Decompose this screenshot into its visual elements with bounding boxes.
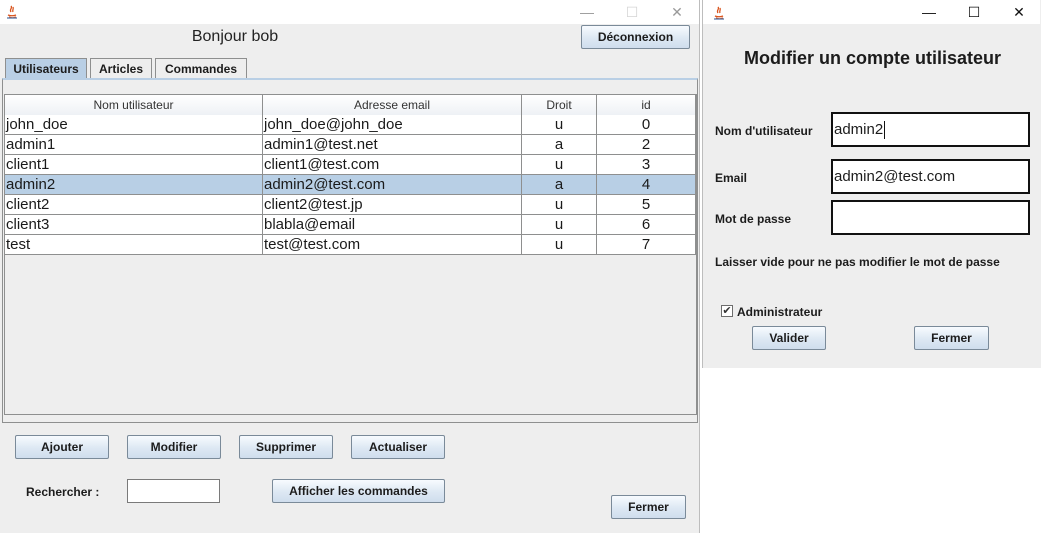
close-button[interactable]: Fermer [611,495,686,519]
table-row[interactable]: client3 blabla@email u 6 [5,215,696,235]
show-orders-button[interactable]: Afficher les commandes [272,479,445,503]
cell-id: 0 [597,115,696,135]
cell-right: u [522,195,597,215]
maximize-icon[interactable]: ☐ [952,0,996,24]
modify-user-button[interactable]: Modifier [127,435,221,459]
username-field[interactable]: admin2 [831,112,1030,147]
cell-email: test@test.com [263,235,522,255]
table-row[interactable]: john_doe john_doe@john_doe u 0 [5,115,696,135]
cell-right: u [522,215,597,235]
cell-username: test [5,235,263,255]
main-window: — ☐ ✕ Bonjour bob Déconnexion Utilisateu… [0,0,700,533]
table-row[interactable]: admin1 admin1@test.net a 2 [5,135,696,155]
table-row[interactable]: test test@test.com u 7 [5,235,696,255]
table-header: Nom utilisateur Adresse email Droit id [5,95,696,116]
tab-orders[interactable]: Commandes [155,58,247,78]
cell-right: a [522,135,597,155]
cell-username: john_doe [5,115,263,135]
dialog-heading: Modifier un compte utilisateur [743,48,1002,68]
cell-id: 6 [597,215,696,235]
cell-email: blabla@email [263,215,522,235]
password-field[interactable] [831,200,1030,235]
add-user-button[interactable]: Ajouter [15,435,109,459]
admin-checkbox-label[interactable]: Administrateur [737,305,822,319]
cell-email: admin1@test.net [263,135,522,155]
table-row-selected[interactable]: admin2 admin2@test.com a 4 [5,175,696,195]
cell-id: 2 [597,135,696,155]
cell-email: admin2@test.com [263,175,522,195]
java-app-icon [5,4,19,19]
column-header-id[interactable]: id [597,95,696,115]
users-table[interactable]: Nom utilisateur Adresse email Droit id j… [4,94,697,415]
edit-user-dialog: — ☐ ✕ Modifier un compte utilisateur Nom… [702,0,1041,368]
cell-username: client1 [5,155,263,175]
dialog-titlebar[interactable]: — ☐ ✕ [703,0,1040,24]
column-header-username[interactable]: Nom utilisateur [5,95,263,115]
close-window-icon[interactable]: ✕ [655,0,699,24]
email-value: admin2@test.com [834,168,956,185]
cell-id: 5 [597,195,696,215]
username-label: Nom d'utilisateur [715,124,813,138]
cell-username: client2 [5,195,263,215]
cell-right: a [522,175,597,195]
username-value: admin2 [834,121,884,138]
refresh-button[interactable]: Actualiser [351,435,445,459]
search-label: Rechercher : [26,485,100,499]
cell-right: u [522,155,597,175]
cell-email: client1@test.com [263,155,522,175]
close-window-icon[interactable]: ✕ [997,0,1041,24]
cell-id: 7 [597,235,696,255]
dialog-close-button[interactable]: Fermer [914,326,989,350]
logout-button[interactable]: Déconnexion [581,25,690,49]
minimize-icon[interactable]: — [565,0,609,24]
cell-right: u [522,235,597,255]
table-row[interactable]: client2 client2@test.jp u 5 [5,195,696,215]
delete-user-button[interactable]: Supprimer [239,435,333,459]
cell-username: admin2 [5,175,263,195]
cell-id: 4 [597,175,696,195]
column-header-email[interactable]: Adresse email [263,95,522,115]
maximize-icon[interactable]: ☐ [610,0,654,24]
email-field[interactable]: admin2@test.com [831,159,1030,194]
main-titlebar[interactable]: — ☐ ✕ [0,0,699,24]
column-header-right[interactable]: Droit [522,95,597,115]
cell-username: client3 [5,215,263,235]
cell-id: 3 [597,155,696,175]
validate-button[interactable]: Valider [752,326,826,350]
email-label: Email [715,171,748,185]
cell-username: admin1 [5,135,263,155]
minimize-icon[interactable]: — [907,0,951,24]
tab-articles[interactable]: Articles [90,58,152,78]
greeting-label: Bonjour bob [191,28,279,45]
password-label: Mot de passe [715,212,792,226]
admin-checkbox[interactable]: ✔ [721,305,733,317]
java-app-icon [712,5,726,20]
table-row[interactable]: client1 client1@test.com u 3 [5,155,696,175]
search-input[interactable] [127,479,220,503]
text-caret [884,120,886,139]
password-hint: Laisser vide pour ne pas modifier le mot… [715,255,1000,269]
tab-users[interactable]: Utilisateurs [5,58,87,79]
cell-email: john_doe@john_doe [263,115,522,135]
cell-right: u [522,115,597,135]
cell-email: client2@test.jp [263,195,522,215]
